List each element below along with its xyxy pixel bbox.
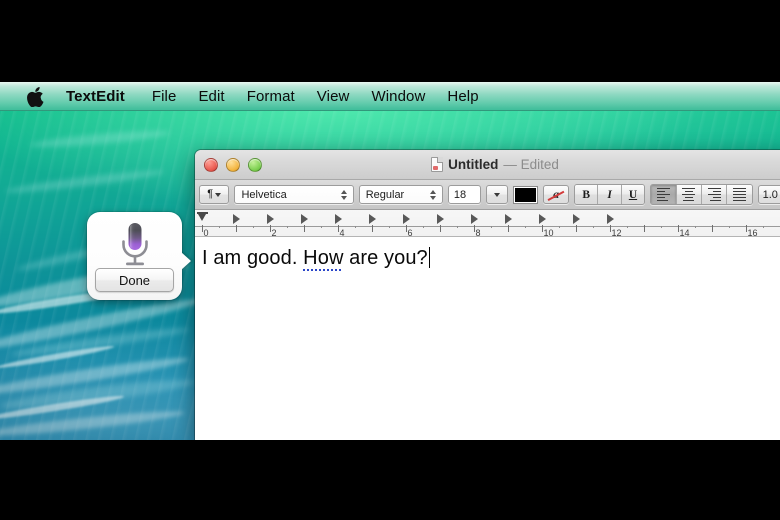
- apple-logo-icon[interactable]: [16, 86, 54, 107]
- menu-item-format[interactable]: Format: [236, 82, 306, 111]
- minimize-button[interactable]: [226, 157, 240, 172]
- tab-stop-marker[interactable]: [437, 214, 444, 224]
- letterbox-top: [0, 0, 780, 82]
- font-style-value: Regular: [365, 188, 405, 201]
- letterbox-bottom: [0, 440, 780, 520]
- align-left-button[interactable]: [651, 185, 677, 204]
- line-spacing-value: 1.0: [762, 188, 778, 201]
- window-titlebar[interactable]: Untitled — Edited: [195, 150, 780, 180]
- first-line-indent-marker[interactable]: [197, 212, 208, 225]
- menu-item-file[interactable]: File: [141, 82, 188, 111]
- underline-button[interactable]: U: [621, 185, 645, 204]
- menu-item-view[interactable]: View: [306, 82, 361, 111]
- window-title-group: Untitled — Edited: [195, 150, 780, 179]
- highlight-color-button[interactable]: a: [543, 185, 569, 204]
- menu-bar: TextEdit File Edit Format View Window He…: [0, 82, 780, 111]
- stepper-icon: [340, 189, 347, 200]
- tab-stop-marker[interactable]: [233, 214, 240, 224]
- ruler-label: 8: [475, 228, 481, 237]
- tab-stop-marker[interactable]: [301, 214, 308, 224]
- ruler-label: 4: [339, 228, 345, 237]
- tab-stop-marker[interactable]: [539, 214, 546, 224]
- text-color-swatch[interactable]: [512, 185, 539, 204]
- bold-button[interactable]: B: [574, 185, 599, 204]
- ruler-label: 12: [611, 228, 622, 237]
- align-justify-button[interactable]: [727, 185, 752, 204]
- ruler-label: 6: [407, 228, 413, 237]
- font-family-value: Helvetica: [241, 188, 287, 201]
- tab-stop-marker[interactable]: [471, 214, 478, 224]
- tab-stop-marker[interactable]: [335, 214, 342, 224]
- document-icon: [431, 157, 444, 172]
- window-title: Untitled: [448, 157, 499, 172]
- align-right-button[interactable]: [701, 185, 728, 204]
- menu-item-textedit[interactable]: TextEdit: [56, 82, 141, 111]
- align-left-icon: [656, 187, 670, 202]
- dictation-popup: Done: [87, 212, 191, 300]
- font-style-select[interactable]: Regular: [358, 185, 443, 204]
- chevron-down-icon: [215, 192, 222, 197]
- alignment-group: [650, 184, 753, 205]
- align-right-icon: [707, 187, 721, 202]
- close-button[interactable]: [204, 157, 218, 172]
- ruler-label: 2: [271, 228, 277, 237]
- tab-stop-marker[interactable]: [369, 214, 376, 224]
- tab-stop-marker[interactable]: [505, 214, 512, 224]
- paragraph-style-button[interactable]: ¶: [199, 185, 230, 204]
- tab-stop-marker[interactable]: [607, 214, 614, 224]
- document-text-line[interactable]: I am good. How are you?: [202, 247, 430, 271]
- ruler-label: 0: [203, 228, 209, 237]
- menu-item-edit[interactable]: Edit: [187, 82, 235, 111]
- tab-stop-marker[interactable]: [403, 214, 410, 224]
- menu-item-help[interactable]: Help: [436, 82, 489, 111]
- ruler-label: 10: [543, 228, 554, 237]
- italic-button[interactable]: I: [598, 185, 622, 204]
- text-style-group: B I U: [573, 184, 646, 205]
- tab-stop-marker[interactable]: [267, 214, 274, 224]
- dictation-done-button[interactable]: Done: [95, 268, 174, 292]
- tab-stop-marker[interactable]: [573, 214, 580, 224]
- document-text-after: are you?: [343, 247, 428, 269]
- format-toolbar: ¶ Helvetica Regular 18 a B: [195, 180, 780, 210]
- ruler[interactable]: 0 2 4 6 8 10 12 14 16: [195, 210, 780, 237]
- microphone-icon: [115, 221, 155, 269]
- ruler-label: 14: [679, 228, 690, 237]
- dictated-word: How: [303, 247, 344, 271]
- text-caret: [428, 247, 430, 268]
- stepper-icon: [429, 189, 436, 200]
- pilcrow-icon: ¶: [207, 188, 214, 200]
- align-center-button[interactable]: [676, 185, 702, 204]
- dictation-pointer: [181, 252, 191, 270]
- chevron-down-icon: [494, 192, 501, 197]
- line-spacing-button[interactable]: 1.0: [757, 185, 780, 204]
- zoom-button[interactable]: [248, 157, 262, 172]
- document-text-before: I am good.: [202, 247, 304, 269]
- ruler-label: 16: [747, 228, 758, 237]
- align-justify-icon: [732, 187, 746, 202]
- traffic-light-group: [204, 157, 262, 172]
- document-canvas[interactable]: I am good. How are you?: [195, 237, 780, 440]
- font-size-dropdown[interactable]: [486, 185, 508, 204]
- textedit-window: Untitled — Edited ¶ Helvetica Regular 18: [195, 150, 780, 440]
- font-family-select[interactable]: Helvetica: [234, 185, 354, 204]
- screen: TextEdit File Edit Format View Window He…: [0, 0, 780, 520]
- align-center-icon: [682, 187, 696, 202]
- window-edited-status: — Edited: [503, 157, 559, 172]
- menu-item-window[interactable]: Window: [360, 82, 436, 111]
- font-size-input[interactable]: 18: [447, 185, 482, 204]
- ruler-baseline: [195, 226, 780, 227]
